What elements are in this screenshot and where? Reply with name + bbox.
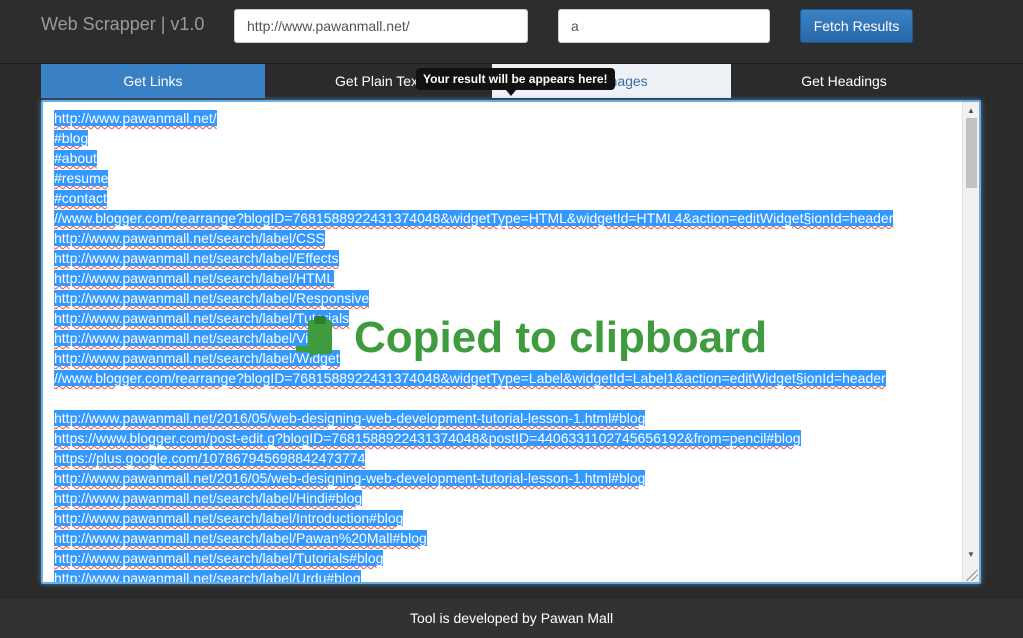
result-line: http://www.pawanmall.net/search/label/Re… [54,288,964,308]
result-line: http://www.pawanmall.net/search/label/Ur… [54,568,964,584]
result-line-text: http://www.pawanmall.net/search/label/Re… [54,290,370,306]
result-tooltip: Your result will be appears here! [416,68,615,90]
resize-grip-icon[interactable] [966,569,978,581]
result-line-text: #blog [54,130,89,146]
result-line: //www.blogger.com/rearrange?blogID=76815… [54,368,964,388]
result-line-text: http://www.pawanmall.net/search/label/Ef… [54,250,339,266]
result-line: http://www.pawanmall.net/search/label/HT… [54,268,964,288]
result-line: http://www.pawanmall.net/2016/05/web-des… [54,468,964,488]
result-line: http://www.pawanmall.net/search/label/Pa… [54,528,964,548]
result-line-text: //www.blogger.com/rearrange?blogID=76815… [54,370,886,386]
result-line: //www.blogger.com/rearrange?blogID=76815… [54,208,964,228]
copied-toast: Copied to clipboard [294,312,767,364]
result-line-text: #about [54,150,97,166]
toast-text: Copied to clipboard [354,313,768,362]
top-bar: Web Scrapper | v1.0 Fetch Results [0,0,1023,64]
result-line-text: http://www.pawanmall.net/search/label/HT… [54,270,335,286]
tab-get-headings[interactable]: Get Headings [732,64,956,98]
result-line-text: //www.blogger.com/rearrange?blogID=76815… [54,210,894,226]
url-input[interactable] [234,9,528,43]
app-title: Web Scrapper | v1.0 [41,14,205,34]
result-line-text: #contact [54,190,107,206]
result-line: https://www.blogger.com/post-edit.g?blog… [54,428,964,448]
result-line: http://www.pawanmall.net/ [54,108,964,128]
result-line-text: https://plus.google.com/1078679456988424… [54,450,366,466]
result-line [54,388,964,408]
result-line-text: http://www.pawanmall.net/search/label/Vi… [54,330,332,346]
result-line: http://www.pawanmall.net/2016/05/web-des… [54,408,964,428]
result-line: http://www.pawanmall.net/search/label/Hi… [54,488,964,508]
result-line-text: http://www.pawanmall.net/search/label/Tu… [54,550,384,566]
tab-get-links[interactable]: Get Links [41,64,265,98]
result-line-text: http://www.pawanmall.net/2016/05/web-des… [54,410,646,426]
result-line-text: http://www.pawanmall.net/2016/05/web-des… [54,470,646,486]
result-line-text: http://www.pawanmall.net/search/label/Ur… [54,570,361,584]
result-line-text: http://www.pawanmall.net/search/label/Hi… [54,490,363,506]
result-line: http://www.pawanmall.net/search/label/In… [54,508,964,528]
result-line: https://plus.google.com/1078679456988424… [54,448,964,468]
result-line-text: http://www.pawanmall.net/ [54,110,217,126]
scroll-up-icon[interactable]: ▲ [963,102,979,118]
footer-credit: Tool is developed by Pawan Mall [409,610,614,626]
result-line-text: http://www.pawanmall.net/search/label/In… [54,510,404,526]
fetch-results-button[interactable]: Fetch Results [800,9,913,43]
result-line-text: http://www.pawanmall.net/search/label/CS… [54,230,325,246]
result-line-text: http://www.pawanmall.net/search/label/Pa… [54,530,427,546]
result-line: #about [54,148,964,168]
result-line-text: #resume [54,170,109,186]
result-line: #blog [54,128,964,148]
clipboard-icon [296,316,332,358]
tooltip-arrow [506,90,516,96]
result-line: http://www.pawanmall.net/search/label/Tu… [54,548,964,568]
result-line: http://www.pawanmall.net/search/label/Ef… [54,248,964,268]
scroll-down-icon[interactable]: ▼ [963,546,979,562]
scrollbar[interactable]: ▲ ▼ [962,102,979,582]
result-line: #resume [54,168,964,188]
footer: Tool is developed by Pawan Mall [0,597,1023,638]
search-term-input[interactable] [558,9,770,43]
scroll-thumb[interactable] [966,118,977,188]
result-line-text: https://www.blogger.com/post-edit.g?blog… [54,430,801,446]
result-line: #contact [54,188,964,208]
result-line: http://www.pawanmall.net/search/label/CS… [54,228,964,248]
